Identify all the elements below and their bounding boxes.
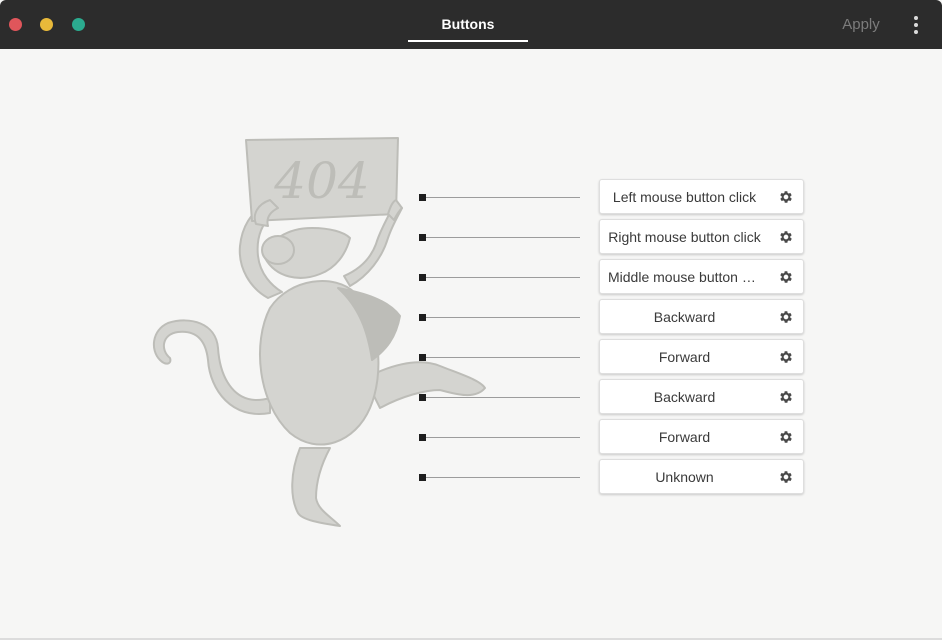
mapping-label: Middle mouse button click xyxy=(608,268,769,285)
mapping-label: Forward xyxy=(658,348,711,365)
apply-button[interactable]: Apply xyxy=(836,0,886,49)
mapping-button-middle-click[interactable]: Middle mouse button click xyxy=(599,259,804,294)
mapping-label: Backward xyxy=(653,308,716,325)
mapping-button-unknown[interactable]: Unknown xyxy=(599,459,804,494)
leader-line xyxy=(419,274,581,282)
mapping-label: Unknown xyxy=(655,468,714,485)
active-tab-indicator xyxy=(408,40,528,42)
sign-404-text: 404 xyxy=(273,152,369,210)
title-bar: Buttons Apply xyxy=(0,0,942,49)
app-window: Buttons Apply 404 Left mouse button clic… xyxy=(0,0,942,640)
gear-icon[interactable] xyxy=(769,180,803,213)
tab-buttons-label: Buttons xyxy=(441,16,495,32)
gear-icon[interactable] xyxy=(769,300,803,333)
kebab-menu-icon[interactable] xyxy=(903,12,929,38)
leader-line xyxy=(419,234,581,242)
leader-line xyxy=(419,394,581,402)
gear-icon[interactable] xyxy=(769,460,803,493)
mapping-button-forward-2[interactable]: Forward xyxy=(599,419,804,454)
gear-icon[interactable] xyxy=(769,260,803,293)
mapping-button-backward[interactable]: Backward xyxy=(599,299,804,334)
gear-icon[interactable] xyxy=(769,340,803,373)
leader-line xyxy=(419,474,581,482)
mapping-button-forward[interactable]: Forward xyxy=(599,339,804,374)
leader-line xyxy=(419,354,581,362)
close-window-button[interactable] xyxy=(9,18,22,31)
mapping-button-backward-2[interactable]: Backward xyxy=(599,379,804,414)
gear-icon[interactable] xyxy=(769,420,803,453)
mapping-label: Forward xyxy=(658,428,711,445)
gear-icon[interactable] xyxy=(769,380,803,413)
maximize-window-button[interactable] xyxy=(72,18,85,31)
gear-icon[interactable] xyxy=(769,220,803,253)
leader-line xyxy=(419,434,581,442)
mapping-label: Right mouse button click xyxy=(608,228,761,245)
minimize-window-button[interactable] xyxy=(40,18,53,31)
mapping-label: Backward xyxy=(653,388,716,405)
leader-line xyxy=(419,194,581,202)
mapping-button-left-click[interactable]: Left mouse button click xyxy=(599,179,804,214)
mapping-button-right-click[interactable]: Right mouse button click xyxy=(599,219,804,254)
tab-buttons[interactable]: Buttons xyxy=(408,0,528,49)
leader-line xyxy=(419,314,581,322)
mapping-label: Left mouse button click xyxy=(612,188,757,205)
